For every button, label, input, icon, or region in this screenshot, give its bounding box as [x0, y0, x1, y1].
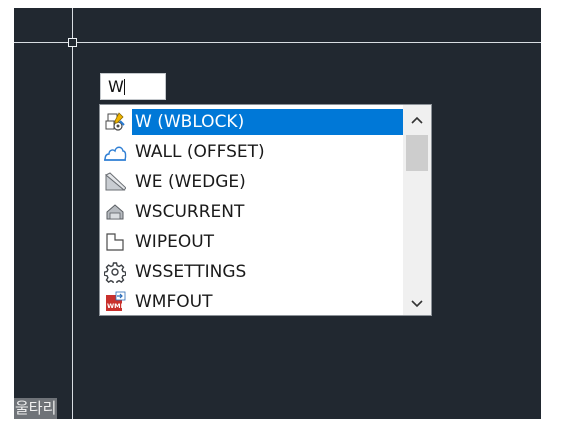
crosshair-horizontal: [14, 42, 541, 43]
svg-text:WMF: WMF: [107, 302, 125, 310]
autocomplete-item-label: WALL (OFFSET): [135, 142, 265, 162]
autocomplete-item-label: WE (WEDGE): [135, 172, 246, 192]
dynamic-command-input[interactable]: W: [100, 73, 166, 100]
drawing-canvas[interactable]: W W (WBLOCK) WALL (OFFSET) WE (WEDGE) WS…: [14, 8, 541, 419]
scroll-down-button[interactable]: [403, 289, 431, 315]
autocomplete-item-label: WSCURRENT: [135, 202, 245, 222]
pickbox-cursor: [68, 38, 77, 47]
wall-cloud-icon: [102, 140, 128, 164]
ime-composition-indicator: 울타리: [14, 398, 58, 419]
wmf-export-icon: WMF: [102, 290, 128, 314]
command-input-value: W: [108, 77, 124, 96]
autocomplete-item-label: WIPEOUT: [135, 232, 215, 252]
chevron-down-icon: [411, 293, 423, 312]
autocomplete-item-label: W (WBLOCK): [132, 109, 403, 135]
autocomplete-item-wedge[interactable]: WE (WEDGE): [100, 167, 403, 197]
wblock-icon: [102, 110, 128, 134]
wipeout-icon: [102, 230, 128, 254]
text-caret: [123, 79, 125, 95]
autocomplete-item-wscurrent[interactable]: WSCURRENT: [100, 197, 403, 227]
crosshair-vertical: [72, 8, 73, 419]
autocomplete-item-wssettings[interactable]: WSSETTINGS: [100, 257, 403, 287]
wedge-icon: [102, 170, 128, 194]
gear-icon: [102, 260, 128, 284]
autocomplete-item-label: WSSETTINGS: [135, 262, 247, 282]
command-autocomplete-list[interactable]: W (WBLOCK) WALL (OFFSET) WE (WEDGE) WSCU…: [99, 104, 432, 316]
autocomplete-item-label: WMFOUT: [135, 292, 213, 312]
scroll-thumb[interactable]: [406, 135, 428, 171]
autocomplete-item-wblock[interactable]: W (WBLOCK): [100, 107, 403, 137]
chevron-up-icon: [411, 109, 423, 128]
scroll-up-button[interactable]: [403, 105, 431, 131]
autocomplete-item-wipeout[interactable]: WIPEOUT: [100, 227, 403, 257]
autocomplete-item-wmfout[interactable]: WMF WMFOUT: [100, 287, 403, 317]
list-scrollbar[interactable]: [403, 105, 431, 315]
autocomplete-item-wall[interactable]: WALL (OFFSET): [100, 137, 403, 167]
workspace-house-icon: [102, 200, 128, 224]
